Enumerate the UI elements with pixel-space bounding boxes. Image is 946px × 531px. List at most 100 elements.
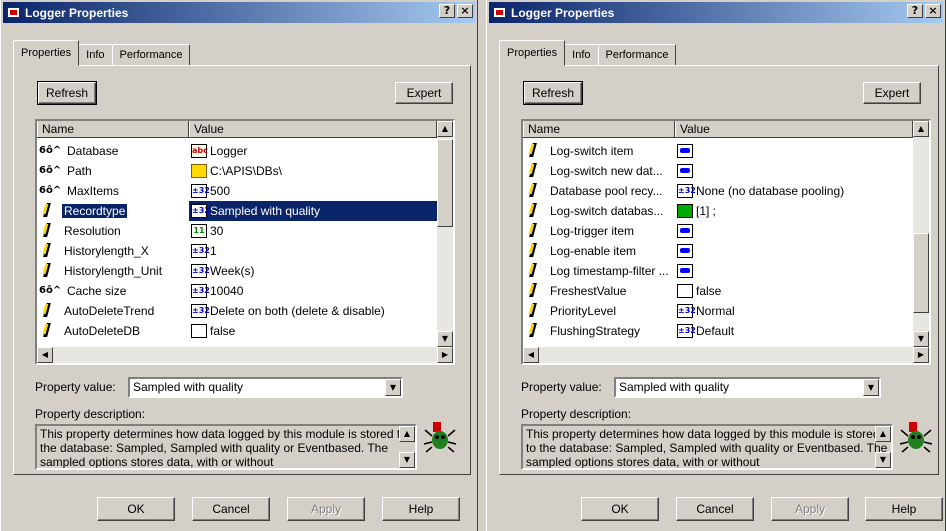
- cancel-button[interactable]: Cancel: [676, 497, 754, 521]
- close-icon[interactable]: ×: [457, 4, 473, 18]
- vertical-scrollbar[interactable]: ▲ ▼: [913, 121, 929, 347]
- chevron-down-icon[interactable]: ▼: [385, 379, 401, 396]
- pencil-icon: [42, 303, 52, 319]
- help-button[interactable]: Help: [865, 497, 943, 521]
- column-header-value[interactable]: Value: [675, 121, 913, 137]
- property-name: Resolution: [64, 224, 121, 238]
- property-value-select[interactable]: Sampled with quality ▼: [128, 377, 403, 398]
- scroll-right-icon[interactable]: ▶: [913, 347, 929, 363]
- list-row[interactable]: Log-switch new dat...: [523, 161, 913, 181]
- scroll-down-icon[interactable]: ▼: [437, 331, 453, 347]
- list-row[interactable]: PriorityLevel ±32 Normal: [523, 301, 913, 321]
- pencil-icon: [528, 283, 538, 299]
- scroll-left-icon[interactable]: ◀: [37, 347, 53, 363]
- list-row[interactable]: FlushingStrategy ±32 Default: [523, 321, 913, 341]
- list-row[interactable]: Historylength_Unit ±32 Week(s): [37, 261, 437, 281]
- chevron-down-icon[interactable]: ▼: [863, 379, 879, 396]
- property-value-cell: ±32 None (no database pooling): [675, 181, 913, 201]
- pencil-icon: [42, 323, 52, 339]
- list-row[interactable]: Log-trigger item: [523, 221, 913, 241]
- expert-button[interactable]: Expert: [395, 82, 453, 104]
- list-row[interactable]: Historylength_X ±32 1: [37, 241, 437, 261]
- scroll-down-icon[interactable]: ▼: [913, 331, 929, 347]
- property-value-cell: [675, 221, 913, 241]
- logger-app-icon: [7, 7, 20, 18]
- pencil-icon: [42, 223, 52, 239]
- help-title-button[interactable]: ?: [439, 4, 455, 18]
- cancel-label: Cancel: [212, 502, 250, 516]
- property-name: Database pool recy...: [550, 184, 663, 198]
- desc-scroll-up-icon[interactable]: ▲: [875, 426, 891, 442]
- help-title-button[interactable]: ?: [907, 4, 923, 18]
- apply-button[interactable]: Apply: [287, 497, 365, 521]
- bool-icon: [191, 324, 207, 338]
- vertical-scrollbar[interactable]: ▲ ▼: [437, 121, 453, 347]
- list-row[interactable]: FreshestValue false: [523, 281, 913, 301]
- tab-properties[interactable]: Properties: [499, 40, 566, 66]
- column-header-name[interactable]: Name: [523, 121, 675, 137]
- list-row[interactable]: Log-switch databas... [1] ;: [523, 201, 913, 221]
- refresh-button[interactable]: Refresh: [523, 81, 583, 105]
- property-list[interactable]: Name Value Log-switch item Log-switch ne…: [521, 119, 931, 365]
- property-name: Log-switch item: [550, 144, 634, 158]
- column-header-name[interactable]: Name: [37, 121, 189, 137]
- desc-scroll-down-icon[interactable]: ▼: [399, 452, 415, 468]
- tab-info[interactable]: Info: [78, 44, 113, 66]
- scroll-up-icon[interactable]: ▲: [437, 121, 453, 137]
- list-row[interactable]: Recordtype ±32 Sampled with quality: [37, 201, 437, 221]
- property-name-cell: FlushingStrategy: [523, 321, 675, 341]
- property-name-cell: Database pool recy...: [523, 181, 675, 201]
- scroll-left-icon[interactable]: ◀: [523, 347, 539, 363]
- property-value-cell: ±32 10040: [189, 281, 437, 301]
- tab-performance[interactable]: Performance: [111, 44, 191, 66]
- list-row[interactable]: 6ô^ MaxItems ±32 500: [37, 181, 437, 201]
- property-name: Log-trigger item: [550, 224, 635, 238]
- list-row[interactable]: 6ô^ Path C:\APIS\DBs\: [37, 161, 437, 181]
- property-value-select[interactable]: Sampled with quality ▼: [614, 377, 881, 398]
- list-header: Name Value: [37, 121, 437, 138]
- list-row[interactable]: Resolution 11 30: [37, 221, 437, 241]
- apply-button[interactable]: Apply: [771, 497, 849, 521]
- desc-scroll-up-icon[interactable]: ▲: [399, 426, 415, 442]
- expert-button[interactable]: Expert: [863, 82, 921, 104]
- int32-icon: ±32: [677, 324, 696, 338]
- list-row[interactable]: Database pool recy... ±32 None (no databa…: [523, 181, 913, 201]
- ok-label: OK: [127, 502, 145, 516]
- cancel-label: Cancel: [696, 502, 734, 516]
- scroll-thumb[interactable]: [913, 233, 929, 313]
- list-row[interactable]: Log-switch item: [523, 141, 913, 161]
- glasses-icon: 6ô^: [39, 185, 62, 196]
- list-row[interactable]: Log-enable item: [523, 241, 913, 261]
- list-row[interactable]: AutoDeleteTrend ±32 Delete on both (delet…: [37, 301, 437, 321]
- scroll-thumb[interactable]: [437, 139, 453, 227]
- title-bar[interactable]: Logger Properties ? ×: [3, 2, 475, 23]
- pencil-icon: [528, 143, 538, 159]
- list-row[interactable]: AutoDeleteDB false: [37, 321, 437, 341]
- ok-button[interactable]: OK: [581, 497, 659, 521]
- property-list[interactable]: Name Value 6ô^ Database abc Logger 6ô^ Path…: [35, 119, 455, 365]
- list-row[interactable]: Log timestamp-filter ...: [523, 261, 913, 281]
- window-title: Logger Properties: [511, 5, 615, 20]
- horizontal-scrollbar[interactable]: ◀ ▶: [37, 347, 453, 363]
- scroll-right-icon[interactable]: ▶: [437, 347, 453, 363]
- title-bar[interactable]: Logger Properties ? ×: [489, 2, 943, 23]
- tab-performance[interactable]: Performance: [597, 44, 677, 66]
- tab-properties[interactable]: Properties: [13, 40, 80, 66]
- column-header-value[interactable]: Value: [189, 121, 437, 137]
- horizontal-scrollbar[interactable]: ◀ ▶: [523, 347, 929, 363]
- int32-icon: ±32: [191, 284, 210, 298]
- glasses-icon: 6ô^: [39, 285, 62, 296]
- help-button[interactable]: Help: [382, 497, 460, 521]
- property-description: This property determines how data logged…: [40, 427, 407, 469]
- refresh-button[interactable]: Refresh: [37, 81, 97, 105]
- cancel-button[interactable]: Cancel: [192, 497, 270, 521]
- ok-button[interactable]: OK: [97, 497, 175, 521]
- scroll-up-icon[interactable]: ▲: [913, 121, 929, 137]
- desc-scroll-down-icon[interactable]: ▼: [875, 452, 891, 468]
- property-name: Log-switch databas...: [550, 204, 664, 218]
- folder-icon: [191, 164, 207, 178]
- tab-info[interactable]: Info: [564, 44, 599, 66]
- list-row[interactable]: 6ô^ Database abc Logger: [37, 141, 437, 161]
- list-row[interactable]: 6ô^ Cache size ±32 10040: [37, 281, 437, 301]
- close-icon[interactable]: ×: [925, 4, 941, 18]
